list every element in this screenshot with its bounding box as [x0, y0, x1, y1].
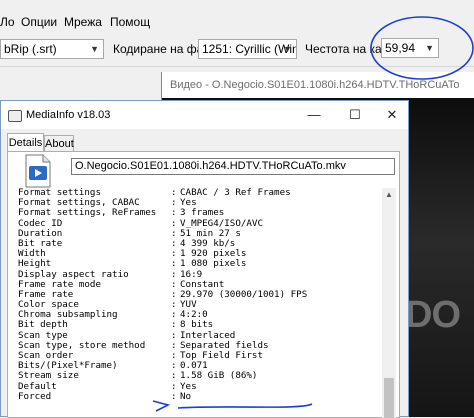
close-icon[interactable]: ✕ [378, 105, 406, 125]
details-text: Format settings: CABAC / 3 Ref Frames Form… [18, 188, 388, 418]
tab-about[interactable]: About [44, 135, 74, 152]
chevron-down-icon: ▼ [90, 44, 99, 54]
info-row: Forced: No [18, 390, 388, 402]
mediainfo-titlebar[interactable]: MediaInfo v18.03 — ☐ ✕ [1, 101, 408, 129]
video-file-icon [25, 154, 51, 188]
info-separator: : [171, 258, 177, 270]
info-key: Height [18, 258, 52, 270]
vertical-scrollbar[interactable]: ▲ [382, 188, 396, 418]
filename-field[interactable]: O.Negocio.S01E01.1080i.h264.HDTV.THoRCuA… [71, 158, 395, 175]
encoding-select[interactable]: 1251: Cyrillic (Wind ▼ [198, 39, 297, 59]
fps-select[interactable]: 59,94 ▼ [381, 38, 439, 58]
format-select-value: bRip (.srt) [4, 42, 57, 56]
info-row: Stream size:1.58 GiB (86%) [18, 371, 388, 381]
mediainfo-title: MediaInfo v18.03 [26, 109, 111, 121]
info-key: Forced [18, 390, 52, 402]
info-row: Default: Yes [18, 381, 388, 392]
video-logo: DO [405, 294, 461, 336]
scroll-up-icon[interactable]: ▲ [382, 188, 396, 202]
info-row: Height:1 080 pixels [18, 259, 388, 269]
chevron-down-icon: ▼ [283, 44, 292, 54]
minimize-icon[interactable]: — [300, 105, 328, 125]
video-window-title[interactable]: Видео - O.Negocio.S01E01.1080i.h264.HDTV… [162, 72, 474, 98]
mediainfo-app-icon [8, 110, 22, 122]
menu-item-help[interactable]: Помощ [110, 15, 150, 29]
scrollbar-thumb[interactable] [384, 378, 394, 418]
tab-details[interactable]: Details [7, 133, 44, 152]
chevron-down-icon: ▼ [425, 43, 434, 53]
menu-item-options[interactable]: Опции [21, 15, 57, 29]
format-select[interactable]: bRip (.srt) ▼ [0, 39, 104, 59]
fps-select-value: 59,94 [385, 41, 416, 55]
info-value: 29.970 (30000/1001) FPS [180, 288, 308, 300]
menu-bar: Ло Опции Мрежа Помощ [0, 0, 474, 34]
maximize-icon[interactable]: ☐ [341, 105, 369, 125]
menu-item-file[interactable]: Ло [0, 15, 15, 29]
menu-item-network[interactable]: Мрежа [64, 15, 102, 29]
info-value: 1 080 pixels [180, 258, 247, 270]
mediainfo-window: MediaInfo v18.03 — ☐ ✕ Details About O.N… [0, 100, 409, 418]
info-separator: : [171, 390, 177, 402]
info-value: No [180, 390, 192, 402]
